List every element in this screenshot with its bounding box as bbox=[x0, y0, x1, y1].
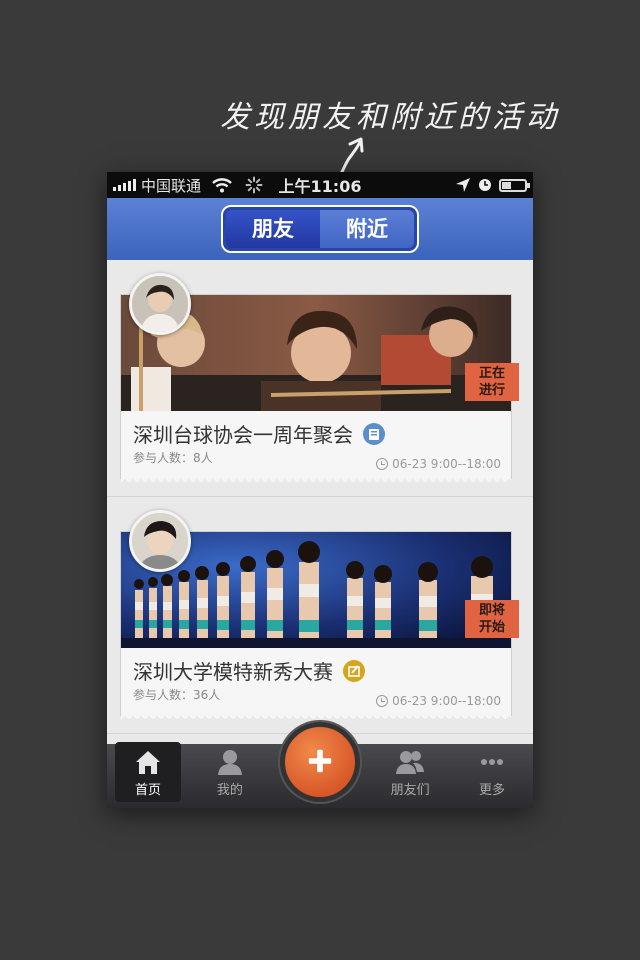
tab-friends[interactable]: 朋友们 bbox=[369, 744, 451, 808]
annotation-caption: 发现朋友和附近的活动 bbox=[220, 100, 560, 135]
tab-home-label: 首页 bbox=[134, 783, 161, 798]
event-card[interactable]: 正在 进行 深圳台球协会一周年聚会 参与人数：8人 06-23 9:00--18… bbox=[120, 273, 519, 484]
event-title-text: 深圳台球协会一周年聚会 bbox=[133, 423, 353, 447]
users-icon bbox=[396, 751, 425, 774]
plus-icon bbox=[308, 749, 332, 772]
status-badge: 即将 开始 bbox=[465, 600, 519, 638]
clock-icon bbox=[376, 695, 389, 707]
event-title: 深圳大学模特新秀大赛 bbox=[133, 656, 365, 685]
event-title-text: 深圳大学模特新秀大赛 bbox=[133, 660, 333, 684]
tab-friends-label: 朋友们 bbox=[390, 783, 430, 798]
wifi-icon bbox=[212, 178, 232, 193]
tab-mine-label: 我的 bbox=[216, 783, 243, 798]
event-card[interactable]: 即将 开始 深圳大学模特新秀大赛 参与人数：36人 06-23 9:00--18… bbox=[120, 510, 519, 721]
tab-add[interactable] bbox=[271, 722, 369, 808]
battery-icon bbox=[499, 178, 530, 192]
list-item[interactable]: 正在 进行 深圳台球协会一周年聚会 参与人数：8人 06-23 9:00--18… bbox=[107, 260, 533, 497]
avatar[interactable] bbox=[129, 510, 191, 572]
tab-more[interactable]: 更多 bbox=[451, 744, 533, 808]
status-badge: 正在 进行 bbox=[465, 363, 519, 401]
add-event-button[interactable] bbox=[280, 722, 360, 802]
status-badge-line2: 进行 bbox=[478, 383, 505, 398]
nav-bar: 朋友 附近 bbox=[107, 198, 533, 260]
card-zigzag-edge bbox=[121, 478, 511, 484]
segmented-control: 朋友 附近 bbox=[221, 205, 419, 253]
list-item[interactable]: 即将 开始 深圳大学模特新秀大赛 参与人数：36人 06-23 9:00--18… bbox=[107, 497, 533, 734]
event-datetime: 06-23 9:00--18:00 bbox=[376, 694, 501, 708]
tab-more-label: 更多 bbox=[479, 783, 506, 798]
event-datetime-text: 06-23 9:00--18:00 bbox=[392, 694, 501, 708]
event-datetime-text: 06-23 9:00--18:00 bbox=[392, 457, 501, 471]
more-icon bbox=[481, 759, 504, 765]
user-icon bbox=[217, 750, 242, 775]
segment-friends[interactable]: 朋友 bbox=[226, 210, 320, 248]
card-zigzag-edge bbox=[121, 715, 511, 721]
status-badge-line1: 正在 bbox=[478, 366, 505, 381]
signal-icon bbox=[113, 179, 136, 191]
status-bar: 中国联通 上午11:06 bbox=[107, 172, 533, 198]
avatar[interactable] bbox=[129, 273, 191, 335]
carrier-label: 中国联通 bbox=[141, 176, 202, 195]
clock-icon bbox=[376, 458, 389, 470]
activity-spinner-icon bbox=[245, 176, 263, 194]
event-datetime: 06-23 9:00--18:00 bbox=[376, 457, 501, 471]
tab-home[interactable]: 首页 bbox=[107, 742, 189, 808]
alarm-icon bbox=[479, 179, 491, 191]
location-icon bbox=[456, 178, 470, 192]
edit-icon bbox=[343, 659, 365, 682]
home-icon bbox=[135, 751, 160, 774]
segment-nearby[interactable]: 附近 bbox=[320, 210, 414, 248]
tab-bar: 首页 我的 朋友们 更多 bbox=[107, 722, 533, 808]
status-badge-line1: 即将 bbox=[478, 603, 505, 618]
event-title: 深圳台球协会一周年聚会 bbox=[133, 419, 385, 448]
status-badge-line2: 开始 bbox=[478, 620, 505, 635]
event-list: 正在 进行 深圳台球协会一周年聚会 参与人数：8人 06-23 9:00--18… bbox=[107, 260, 533, 744]
phone-screen: 中国联通 上午11:06 朋友 附近 正在 进行 深圳台球协会一周年聚会 参与人… bbox=[107, 172, 533, 808]
tab-mine[interactable]: 我的 bbox=[189, 744, 271, 808]
participant-count: 参与人数：8人 bbox=[133, 451, 213, 465]
bank-icon bbox=[363, 422, 385, 445]
participant-count: 参与人数：36人 bbox=[133, 688, 221, 702]
